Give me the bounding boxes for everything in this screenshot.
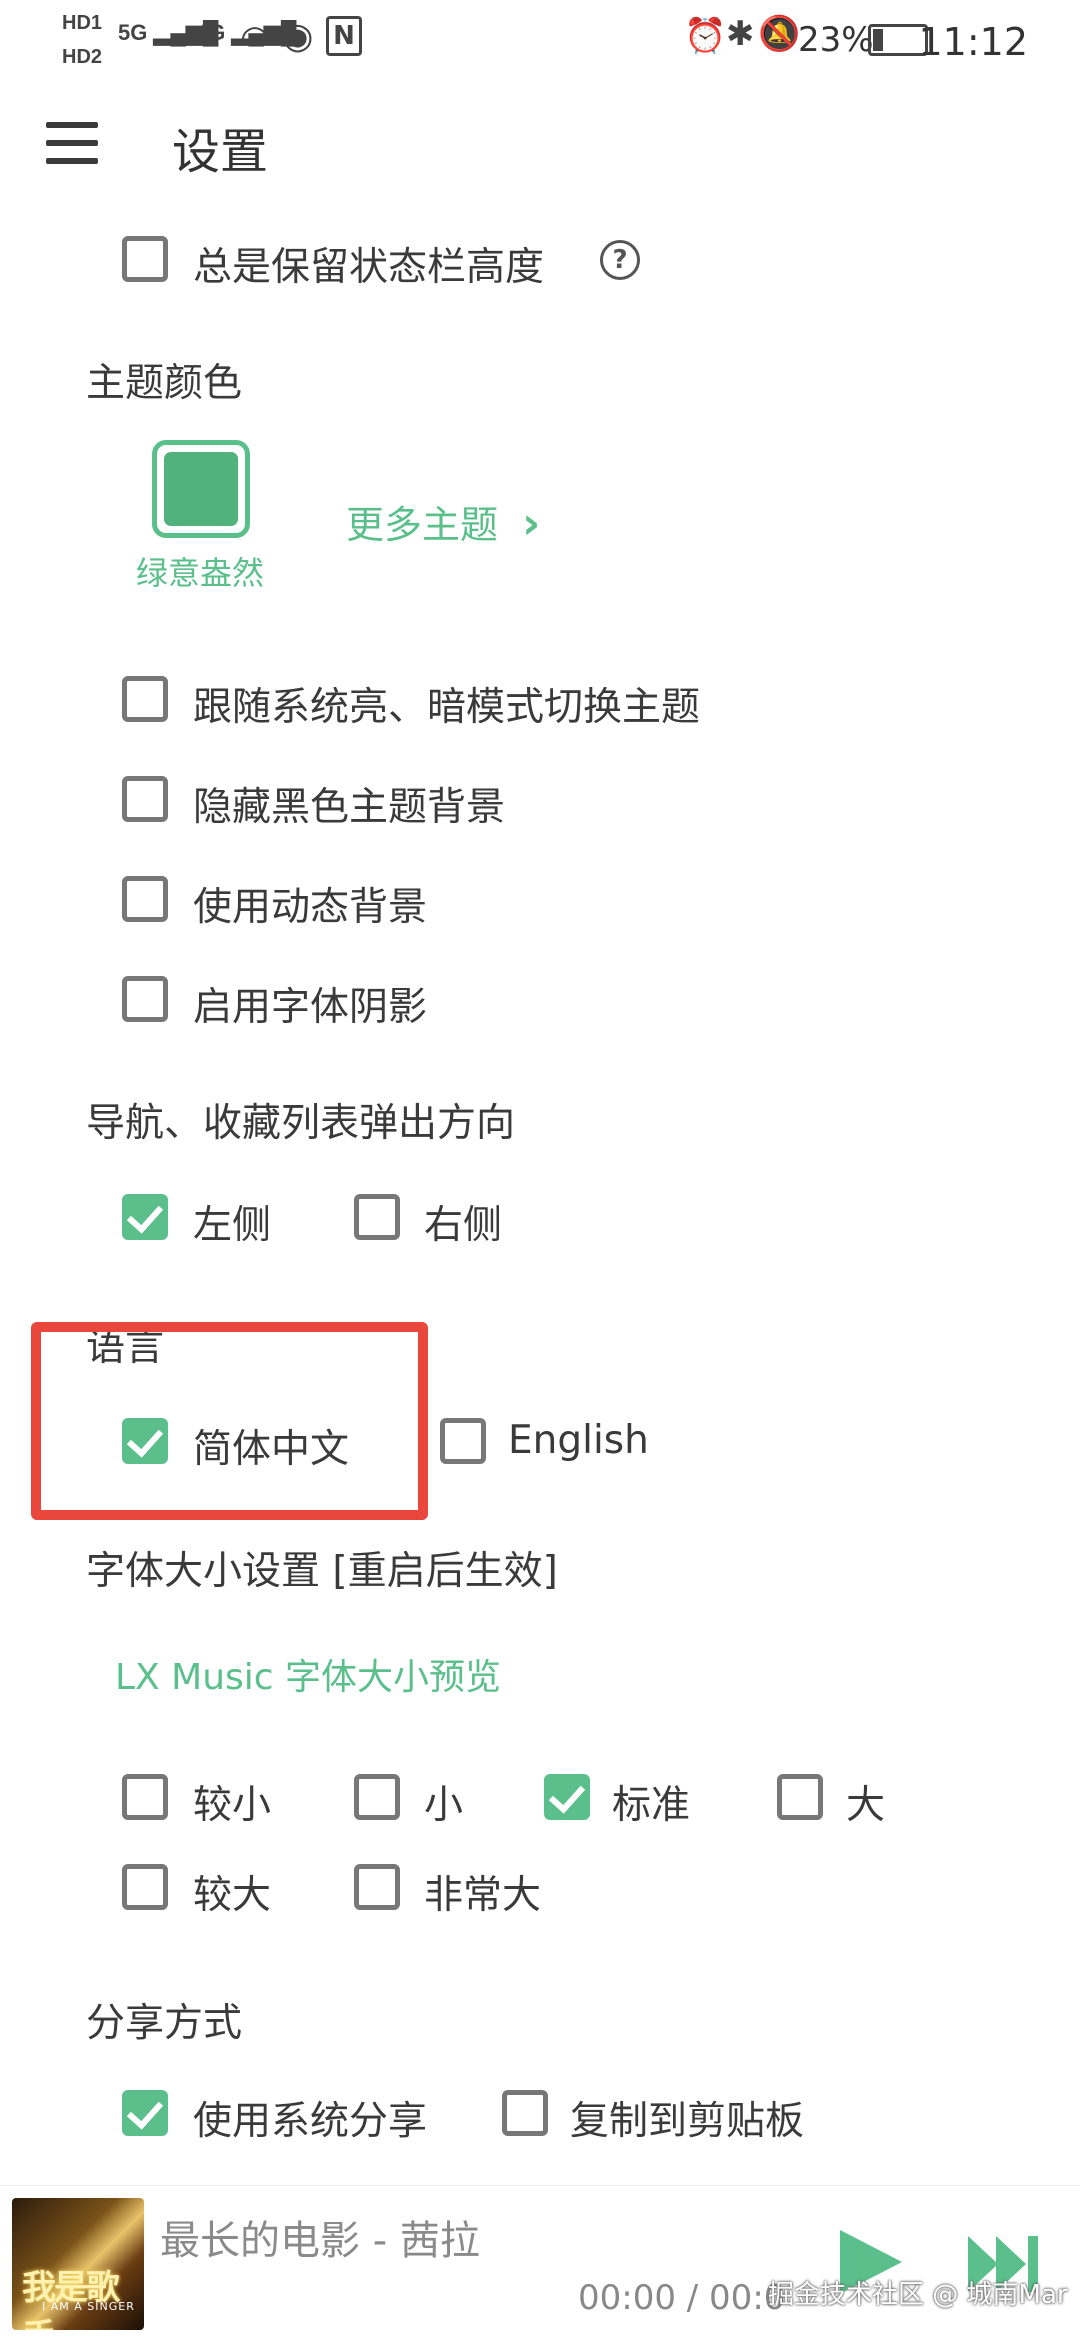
share-title: 分享方式 (86, 2001, 243, 2046)
share-clipboard-checkbox[interactable] (502, 2090, 548, 2136)
font-size-title: 字体大小设置 [重启后生效] (86, 1549, 558, 1594)
follow-system-checkbox[interactable] (122, 676, 168, 722)
share-clipboard-label[interactable]: 复制到剪贴板 (570, 2090, 804, 2146)
nav-right-label[interactable]: 右侧 (424, 1194, 502, 1250)
share-system-checkbox[interactable] (122, 2090, 168, 2136)
nav-right-checkbox[interactable] (354, 1194, 400, 1240)
nav-left-label[interactable]: 左侧 (193, 1194, 271, 1250)
album-title: 我是歌手 (22, 2268, 120, 2330)
album-art[interactable]: 我是歌手 I AM A SINGER (12, 2198, 144, 2330)
more-themes-label: 更多主题 (346, 503, 499, 547)
highlight-box (31, 1322, 428, 1520)
more-themes-link[interactable]: 更多主题 › (346, 494, 540, 549)
font-smaller-checkbox[interactable] (122, 1774, 168, 1820)
album-subtitle: I AM A SINGER (42, 2300, 135, 2313)
player-bar: 我是歌手 I AM A SINGER 最长的电影 - 茜拉 00:00 / 00… (0, 2185, 1080, 2341)
font-large-checkbox[interactable] (777, 1774, 823, 1820)
font-size-preview: LX Music 字体大小预览 (115, 1657, 502, 1698)
font-small-checkbox[interactable] (354, 1774, 400, 1820)
nav-direction-title: 导航、收藏列表弹出方向 (86, 1101, 516, 1146)
font-standard-label[interactable]: 标准 (612, 1774, 690, 1830)
share-system-label[interactable]: 使用系统分享 (193, 2090, 427, 2146)
font-huge-label[interactable]: 非常大 (424, 1864, 541, 1920)
font-shadow-label[interactable]: 启用字体阴影 (193, 976, 427, 1032)
font-shadow-checkbox[interactable] (122, 976, 168, 1022)
follow-system-label[interactable]: 跟随系统亮、暗模式切换主题 (193, 676, 700, 732)
clock: 11:12 (918, 20, 1028, 64)
page-title: 设置 (172, 124, 269, 180)
hide-black-bg-checkbox[interactable] (122, 776, 168, 822)
nfc-icon: N (326, 16, 362, 56)
wifi-icon: ◠ (240, 18, 270, 58)
watermark: 掘金技术社区 @ 城南Mar (768, 2280, 1068, 2310)
alarm-icon: ⏰ (684, 16, 727, 56)
keep-statusbar-label[interactable]: 总是保留状态栏高度 (193, 236, 544, 292)
dynamic-bg-label[interactable]: 使用动态背景 (193, 876, 427, 932)
status-bar: HD1 HD2 5G ▂▄▆█ 4G ▂▄▆█ ◠ ◉ N ⏰ ✱ 🔕 23% … (0, 0, 1080, 80)
battery-percent: 23% (798, 20, 874, 60)
help-icon[interactable]: ? (600, 240, 640, 280)
dynamic-bg-checkbox[interactable] (122, 876, 168, 922)
font-larger-checkbox[interactable] (122, 1864, 168, 1910)
playback-time: 00:00 / 00:0 (578, 2278, 786, 2318)
song-title[interactable]: 最长的电影 - 茜拉 (160, 2208, 480, 2266)
theme-section-title: 主题颜色 (86, 361, 243, 406)
bluetooth-icon: ✱ (726, 14, 755, 54)
font-standard-checkbox[interactable] (544, 1774, 590, 1820)
mute-icon: 🔕 (758, 14, 801, 54)
hd1-indicator: HD1 (62, 12, 103, 34)
lang-en-checkbox[interactable] (440, 1418, 486, 1464)
hd2-indicator: HD2 (62, 46, 103, 68)
chevron-right-icon: › (522, 498, 541, 549)
eye-icon: ◉ (282, 16, 314, 57)
theme-swatch-green[interactable] (152, 440, 250, 538)
font-small-label[interactable]: 小 (424, 1774, 463, 1830)
nav-left-checkbox[interactable] (122, 1194, 168, 1240)
theme-name[interactable]: 绿意盎然 (136, 548, 264, 594)
font-huge-checkbox[interactable] (354, 1864, 400, 1910)
font-larger-label[interactable]: 较大 (193, 1864, 271, 1920)
keep-statusbar-checkbox[interactable] (122, 236, 168, 282)
hide-black-bg-label[interactable]: 隐藏黑色主题背景 (193, 776, 505, 832)
font-large-label[interactable]: 大 (846, 1774, 885, 1830)
lang-en-label[interactable]: English (508, 1418, 649, 1463)
menu-icon[interactable] (46, 122, 98, 164)
font-smaller-label[interactable]: 较小 (193, 1774, 271, 1830)
